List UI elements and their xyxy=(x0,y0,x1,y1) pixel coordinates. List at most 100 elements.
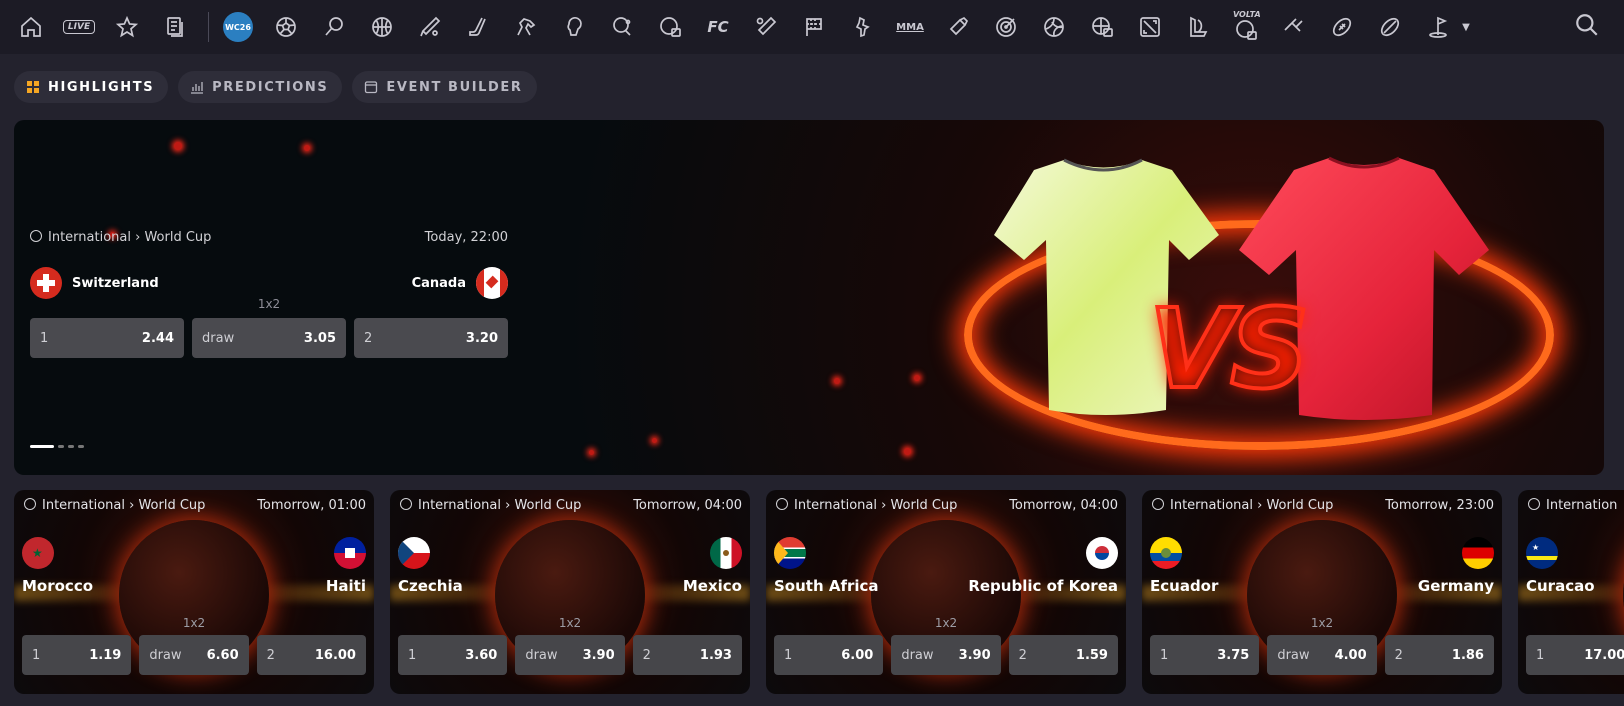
competition[interactable]: International › World Cup xyxy=(1152,498,1333,513)
match-time: Tomorrow, 04:00 xyxy=(633,498,742,513)
odd-button-away[interactable]: 2 1.93 xyxy=(632,635,742,675)
league-icon[interactable] xyxy=(1183,12,1213,42)
odd-button-home[interactable]: 1 6.00 xyxy=(774,635,884,675)
away-team-name[interactable]: Germany xyxy=(1418,577,1494,595)
ice-hockey-icon[interactable] xyxy=(463,12,493,42)
spark-decoration xyxy=(174,142,182,150)
globe-icon xyxy=(30,230,42,242)
home-team-name[interactable]: Czechia xyxy=(398,577,463,595)
home-team-name[interactable]: Morocco xyxy=(22,577,93,595)
competition[interactable]: International › World Cup xyxy=(30,230,211,245)
dota-icon[interactable] xyxy=(1135,12,1165,42)
match-card[interactable]: International › World Cup Tomorrow, 01:0… xyxy=(14,490,374,694)
fc-icon[interactable]: FC xyxy=(703,12,733,42)
golf-icon[interactable] xyxy=(1423,12,1453,42)
odd-button-home[interactable]: 1 2.44 xyxy=(30,318,184,358)
ebasketball-icon[interactable] xyxy=(1087,12,1117,42)
more-sports-chevron-down-icon[interactable]: ▼ xyxy=(1459,12,1473,42)
spark-decoration xyxy=(834,378,840,384)
odd-button-draw[interactable]: draw 3.90 xyxy=(891,635,1001,675)
counter-strike-icon[interactable] xyxy=(847,12,877,42)
match-card[interactable]: International › World Cup Tomorrow, 04:0… xyxy=(390,490,750,694)
odd-button-away[interactable]: 2 1.86 xyxy=(1384,635,1494,675)
tab-predictions[interactable]: PREDICTIONS xyxy=(178,71,343,103)
curacao-flag-icon: ★ xyxy=(1526,537,1558,569)
odds-row: 1 2.44 draw 3.05 2 3.20 xyxy=(30,318,508,358)
competition[interactable]: International › World Cup xyxy=(24,498,205,513)
basketball-icon[interactable] xyxy=(367,12,397,42)
search-icon[interactable] xyxy=(1574,12,1602,40)
volleyball-whistle-icon[interactable] xyxy=(943,12,973,42)
match-card[interactable]: Internation ★ Curacao 1 17.00 xyxy=(1518,490,1624,694)
esoccer-icon[interactable] xyxy=(655,12,685,42)
nav-divider xyxy=(208,12,209,42)
south-korea-flag-icon xyxy=(1086,537,1118,569)
home-team-name[interactable]: Ecuador xyxy=(1150,577,1218,595)
mma-icon[interactable]: MMA xyxy=(895,12,925,42)
volta-icon[interactable]: VOLTA xyxy=(1231,10,1261,42)
germany-flag-icon xyxy=(1462,537,1494,569)
odd-button-away[interactable]: 2 3.20 xyxy=(354,318,508,358)
odd-button-home[interactable]: 1 3.60 xyxy=(398,635,508,675)
tab-highlights[interactable]: HIGHLIGHTS xyxy=(14,71,169,103)
odd-button-home[interactable]: 1 17.00 xyxy=(1526,635,1624,675)
match-meta: International › World Cup Tomorrow, 01:0… xyxy=(24,498,366,513)
canada-flag-icon xyxy=(476,267,508,299)
competition[interactable]: Internation xyxy=(1528,498,1617,513)
favorites-star-icon[interactable] xyxy=(112,12,142,42)
carousel-dot[interactable] xyxy=(68,445,74,448)
american-football-icon[interactable] xyxy=(1327,12,1357,42)
odd-button-away[interactable]: 2 16.00 xyxy=(256,635,366,675)
handball-icon[interactable] xyxy=(1279,12,1309,42)
spark-decoration xyxy=(914,375,920,381)
boxing-icon[interactable] xyxy=(559,12,589,42)
home-team[interactable]: Switzerland xyxy=(30,267,159,299)
match-card[interactable]: International › World Cup Tomorrow, 23:0… xyxy=(1142,490,1502,694)
tennis-icon[interactable] xyxy=(319,12,349,42)
away-team-name[interactable]: Haiti xyxy=(326,577,366,595)
odd-button-home[interactable]: 1 1.19 xyxy=(22,635,132,675)
versus-graphic: VS xyxy=(1147,283,1311,415)
carousel-dot[interactable] xyxy=(30,445,54,448)
odd-button-home[interactable]: 1 3.75 xyxy=(1150,635,1260,675)
carousel-dot[interactable] xyxy=(78,445,84,448)
soccer-icon[interactable] xyxy=(271,12,301,42)
tab-label: PREDICTIONS xyxy=(212,79,329,95)
away-team[interactable]: Canada xyxy=(412,267,508,299)
away-team-name[interactable]: Republic of Korea xyxy=(968,577,1118,595)
match-time: Tomorrow, 01:00 xyxy=(257,498,366,513)
tab-event-builder[interactable]: EVENT BUILDER xyxy=(352,71,537,103)
odd-button-draw[interactable]: draw 3.05 xyxy=(192,318,346,358)
baseball-icon[interactable] xyxy=(751,12,781,42)
match-time: Today, 22:00 xyxy=(424,230,508,245)
match-meta: International › World Cup Tomorrow, 23:0… xyxy=(1152,498,1494,513)
sports-nav-bar: LIVE WC26 FC MMA VOLTA ▼ xyxy=(0,0,1624,54)
odds-row: 1 3.75 draw 4.00 2 1.86 xyxy=(1150,635,1494,675)
world-cup-icon[interactable]: WC26 xyxy=(223,12,253,42)
odd-button-draw[interactable]: draw 3.90 xyxy=(515,635,625,675)
volleyball-icon[interactable] xyxy=(1039,12,1069,42)
rugby-icon[interactable] xyxy=(1375,12,1405,42)
competition[interactable]: International › World Cup xyxy=(400,498,581,513)
odd-button-draw[interactable]: draw 6.60 xyxy=(139,635,249,675)
betslip-icon[interactable] xyxy=(160,12,190,42)
odds-row: 1 17.00 xyxy=(1526,635,1624,675)
match-card[interactable]: International › World Cup Tomorrow, 04:0… xyxy=(766,490,1126,694)
darts-icon[interactable] xyxy=(991,12,1021,42)
home-icon[interactable] xyxy=(16,12,46,42)
carousel-dot[interactable] xyxy=(58,445,64,448)
live-icon[interactable]: LIVE xyxy=(62,12,96,42)
odd-button-away[interactable]: 2 1.59 xyxy=(1008,635,1118,675)
chart-icon xyxy=(190,80,204,94)
featured-match-banner[interactable]: International › World Cup Today, 22:00 S… xyxy=(14,120,1604,475)
home-team-name[interactable]: South Africa xyxy=(774,577,879,595)
home-team-name[interactable]: Curacao xyxy=(1526,577,1595,595)
odd-button-draw[interactable]: draw 4.00 xyxy=(1267,635,1377,675)
cricket-icon[interactable] xyxy=(415,12,445,42)
table-tennis-icon[interactable] xyxy=(607,12,637,42)
competition[interactable]: International › World Cup xyxy=(776,498,957,513)
motorsport-flag-icon[interactable] xyxy=(799,12,829,42)
horse-racing-icon[interactable] xyxy=(511,12,541,42)
away-team-name[interactable]: Mexico xyxy=(683,577,742,595)
spark-decoration xyxy=(304,145,310,151)
